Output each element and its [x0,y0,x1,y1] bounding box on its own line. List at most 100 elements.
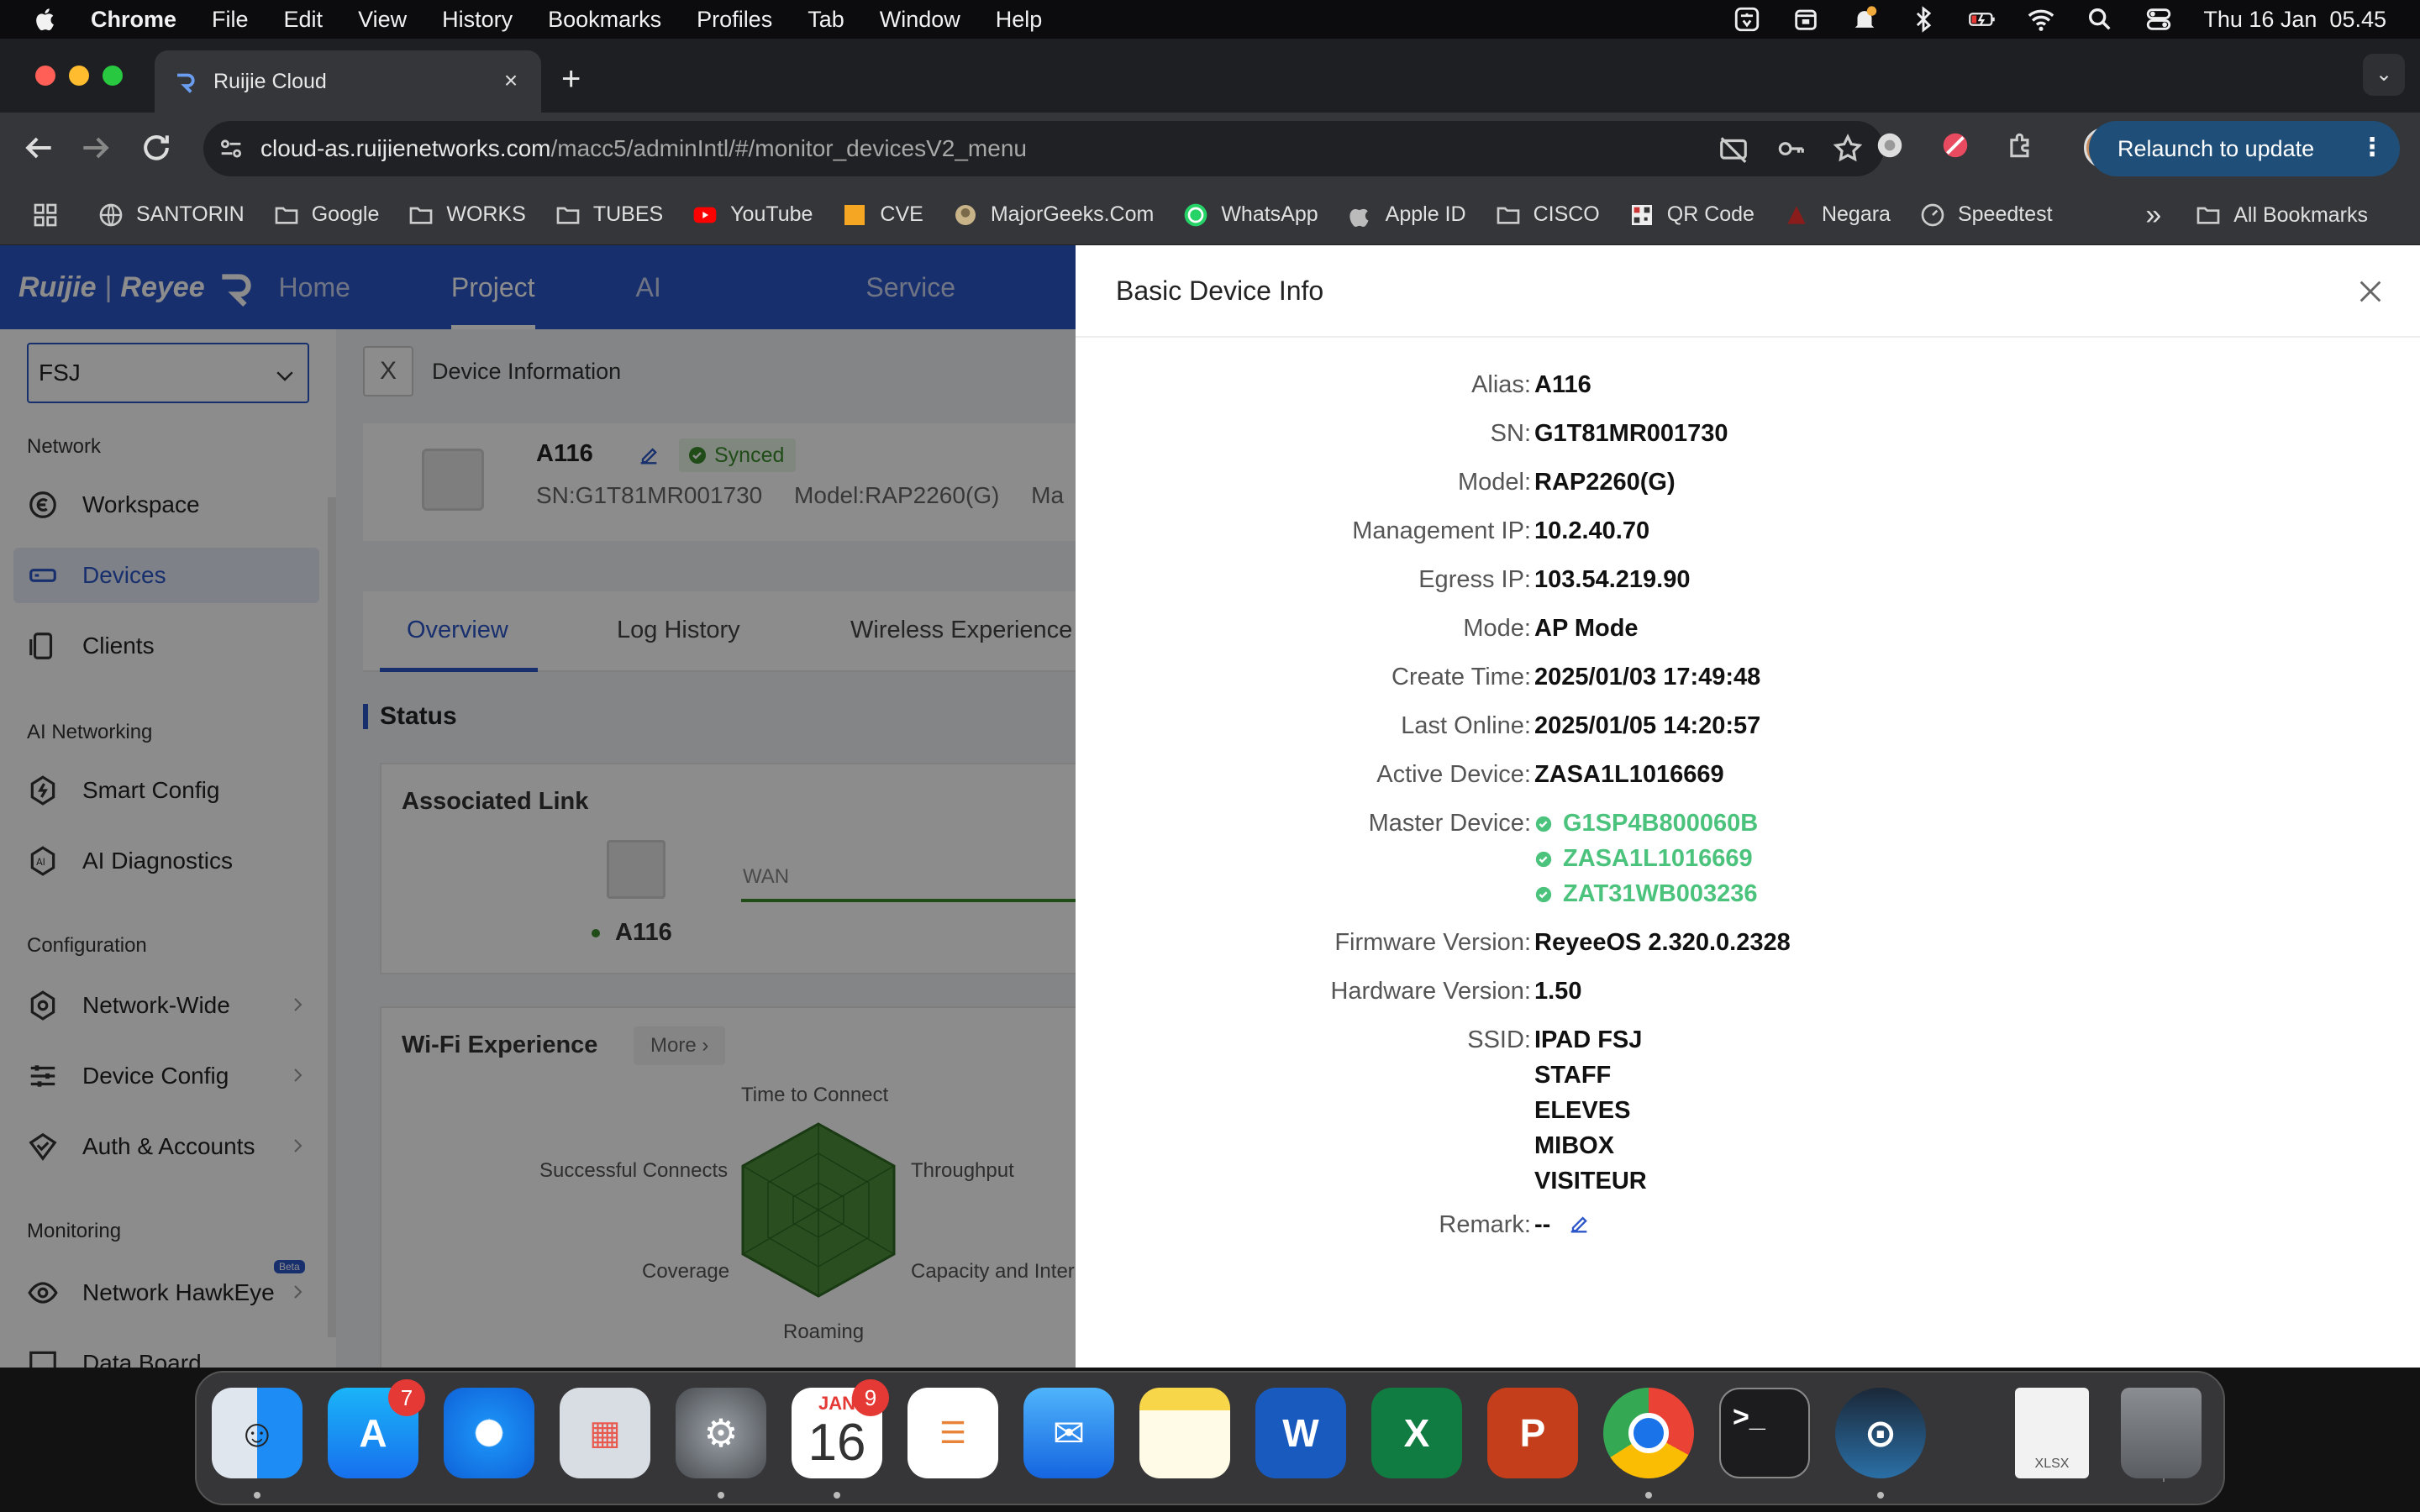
bookmarks-bar: SANTORIN Google WORKS TUBES YouTube CVE … [0,185,2420,245]
tab-close-icon[interactable]: × [499,69,523,92]
speedtest-icon [1921,203,1944,226]
bookmark-negara[interactable]: Negara [1783,202,1891,228]
notes-app-icon[interactable] [1139,1388,1230,1478]
relaunch-to-update-button[interactable]: Relaunch to update ⋮ [2089,121,2400,176]
terminal-app-icon[interactable]: >_ [1719,1388,1810,1478]
chrome-app-icon[interactable] [1603,1388,1694,1478]
modal-backdrop[interactable] [0,245,1076,1368]
menu-file[interactable]: File [212,7,249,33]
xlsx-file-icon[interactable]: XLSX [2015,1388,2089,1478]
trash-icon[interactable] [2121,1388,2202,1478]
notification-bell-icon[interactable] [1850,5,1879,34]
wifi-icon[interactable] [2027,5,2055,34]
bookmark-qr-code[interactable]: QR Code [1628,202,1754,228]
word-app-icon[interactable]: W [1255,1388,1346,1478]
steam-app-icon[interactable]: ⊙ [1835,1388,1926,1478]
all-bookmarks-button[interactable]: All Bookmarks [2195,202,2368,228]
bookmark-cisco[interactable]: CISCO [1495,202,1600,228]
qr-code-icon [1631,204,1652,225]
menu-profiles[interactable]: Profiles [697,7,772,33]
menu-view[interactable]: View [358,7,407,33]
finder-app-icon[interactable]: ☺ [212,1388,302,1478]
edit-pencil-icon[interactable] [1567,1212,1591,1236]
address-bar[interactable]: cloud-as.ruijienetworks.com/macc5/adminI… [203,121,1884,176]
extension-globe-icon[interactable] [1874,129,1906,161]
chrome-tab-strip: Ruijie Cloud × + ⌄ [0,39,2420,113]
browser-tab-active[interactable]: Ruijie Cloud × [155,50,541,113]
master-device-item[interactable]: G1SP4B800060B [1534,810,1758,845]
field-label: Firmware Version: [1334,929,1531,956]
omnibox-icons [1718,133,1864,165]
apps-grid-icon[interactable] [32,202,59,228]
window-minimize-button[interactable] [69,66,89,86]
bookmark-apple-id[interactable]: Apple ID [1347,202,1466,228]
menu-tab[interactable]: Tab [808,7,844,33]
menu-bookmarks[interactable]: Bookmarks [548,7,661,33]
powerpoint-app-icon[interactable]: P [1487,1388,1578,1478]
kebab-menu-icon[interactable]: ⋮ [2360,133,2385,162]
site-settings-icon[interactable] [217,134,245,163]
menu-history[interactable]: History [442,7,513,33]
folder-icon [275,207,298,224]
translate-icon[interactable] [1733,5,1761,34]
terminal-prompt-icon: >_ [1733,1401,1765,1433]
cve-icon [844,204,865,225]
field-value: RAP2260(G) [1534,469,1676,496]
camera-blocked-icon[interactable] [1718,133,1749,165]
tab-title: Ruijie Cloud [213,69,327,93]
bookmark-google[interactable]: Google [273,202,379,228]
field-label: Master Device: [1368,810,1531,837]
reminders-app-icon[interactable]: ☰ [908,1388,998,1478]
bookmark-star-icon[interactable] [1832,133,1864,165]
battery-icon[interactable] [1968,5,1996,34]
master-device-item[interactable]: ZASA1L1016669 [1534,845,1758,880]
master-device-item[interactable]: ZAT31WB003236 [1534,880,1758,916]
close-icon[interactable] [2356,277,2385,306]
window-close-button[interactable] [35,66,55,86]
field-label: Management IP: [1352,517,1531,544]
bookmark-whatsapp[interactable]: WhatsApp [1182,202,1318,228]
bookmark-cve[interactable]: CVE [841,202,923,228]
window-zoom-button[interactable] [103,66,123,86]
spotlight-search-icon[interactable] [2086,5,2114,34]
bookmark-santorin[interactable]: SANTORIN [97,202,245,228]
bookmark-tubes[interactable]: TUBES [555,202,663,228]
forward-arrow-icon[interactable] [77,129,114,166]
calendar-app-icon[interactable]: JAN 16 9 [792,1379,889,1478]
excel-app-icon[interactable]: X [1371,1388,1462,1478]
field-label: Egress IP: [1418,566,1531,593]
menu-edit[interactable]: Edit [284,7,324,33]
field-value: -- [1534,1211,1591,1239]
bookmark-label: SANTORIN [136,202,245,226]
bookmark-youtube[interactable]: YouTube [692,202,813,228]
menu-help[interactable]: Help [996,7,1043,33]
calendar-status-icon[interactable] [1791,5,1820,34]
new-tab-button[interactable]: + [561,62,581,96]
launchpad-app-icon[interactable]: ▦ [560,1388,650,1478]
mail-app-icon[interactable]: ✉ [1023,1388,1114,1478]
back-arrow-icon[interactable] [20,129,57,166]
system-settings-app-icon[interactable]: ⚙ [676,1388,766,1478]
reminders-list-icon: ☰ [939,1415,967,1450]
menu-window[interactable]: Window [880,7,960,33]
bluetooth-icon[interactable] [1909,5,1938,34]
control-center-icon[interactable] [2144,5,2173,34]
apple-icon[interactable] [34,7,59,32]
password-key-icon[interactable] [1775,133,1807,165]
bookmark-speedtest[interactable]: Speedtest [1919,202,2053,228]
menubar-clock[interactable]: Thu 16 Jan 05.45 [2203,7,2386,33]
menu-app-name[interactable]: Chrome [91,7,176,33]
safari-app-icon[interactable]: ✦ [444,1388,534,1478]
bookmark-works[interactable]: WORKS [408,202,526,228]
web-page: Ruijie | Reyee Home Project AI Heatmap S… [0,245,2420,1368]
extension-blocker-icon[interactable] [1939,129,1971,161]
bookmarks-overflow-icon[interactable]: » [2145,199,2161,232]
app-store-icon[interactable]: A7 [328,1379,425,1478]
bookmark-majorgeeks[interactable]: MajorGeeks.Com [952,202,1154,228]
tab-search-chevron-icon[interactable]: ⌄ [2363,54,2405,96]
field-label: Last Online: [1401,712,1531,739]
extensions-puzzle-icon[interactable] [2005,129,2037,161]
reload-icon[interactable] [138,129,175,166]
ssid-item: IPAD FSJ [1534,1026,1643,1053]
field-label: Create Time: [1392,664,1531,690]
